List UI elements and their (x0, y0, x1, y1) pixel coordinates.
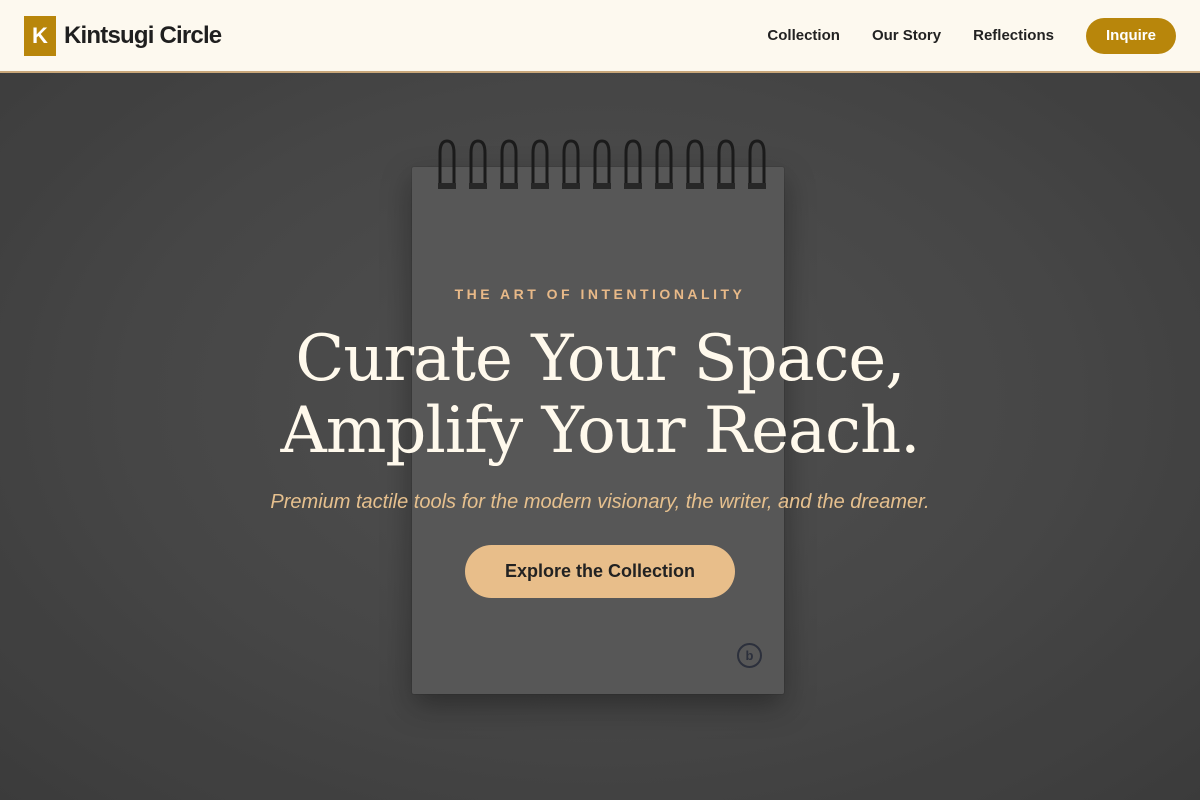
nav-links: Collection Our Story Reflections Inquire (767, 17, 1176, 54)
hero-subline: Premium tactile tools for the modern vis… (270, 491, 930, 513)
hero-headline: Curate Your Space, Amplify Your Reach. (0, 323, 1200, 467)
nav-link-collection[interactable]: Collection (767, 27, 840, 44)
nav-link-our-story[interactable]: Our Story (872, 27, 941, 44)
brand-logo-link[interactable]: K Kintsugi Circle (24, 15, 222, 56)
hero-headline-line-2: Amplify Your Reach. (280, 394, 921, 468)
explore-collection-button[interactable]: Explore the Collection (465, 545, 735, 598)
inquire-button[interactable]: Inquire (1085, 17, 1176, 54)
nav-link-reflections[interactable]: Reflections (973, 27, 1054, 44)
brand-logo-mark: K (24, 15, 56, 56)
hero-content: THE ART OF INTENTIONALITY Curate Your Sp… (0, 73, 1200, 800)
hero-headline-line-1: Curate Your Space, (295, 322, 905, 396)
brand-name: Kintsugi Circle (64, 21, 222, 49)
top-nav: K Kintsugi Circle Collection Our Story R… (0, 0, 1200, 73)
hero-section: b THE ART OF INTENTIONALITY Curate Your … (0, 73, 1200, 800)
hero-eyebrow: THE ART OF INTENTIONALITY (454, 286, 746, 302)
